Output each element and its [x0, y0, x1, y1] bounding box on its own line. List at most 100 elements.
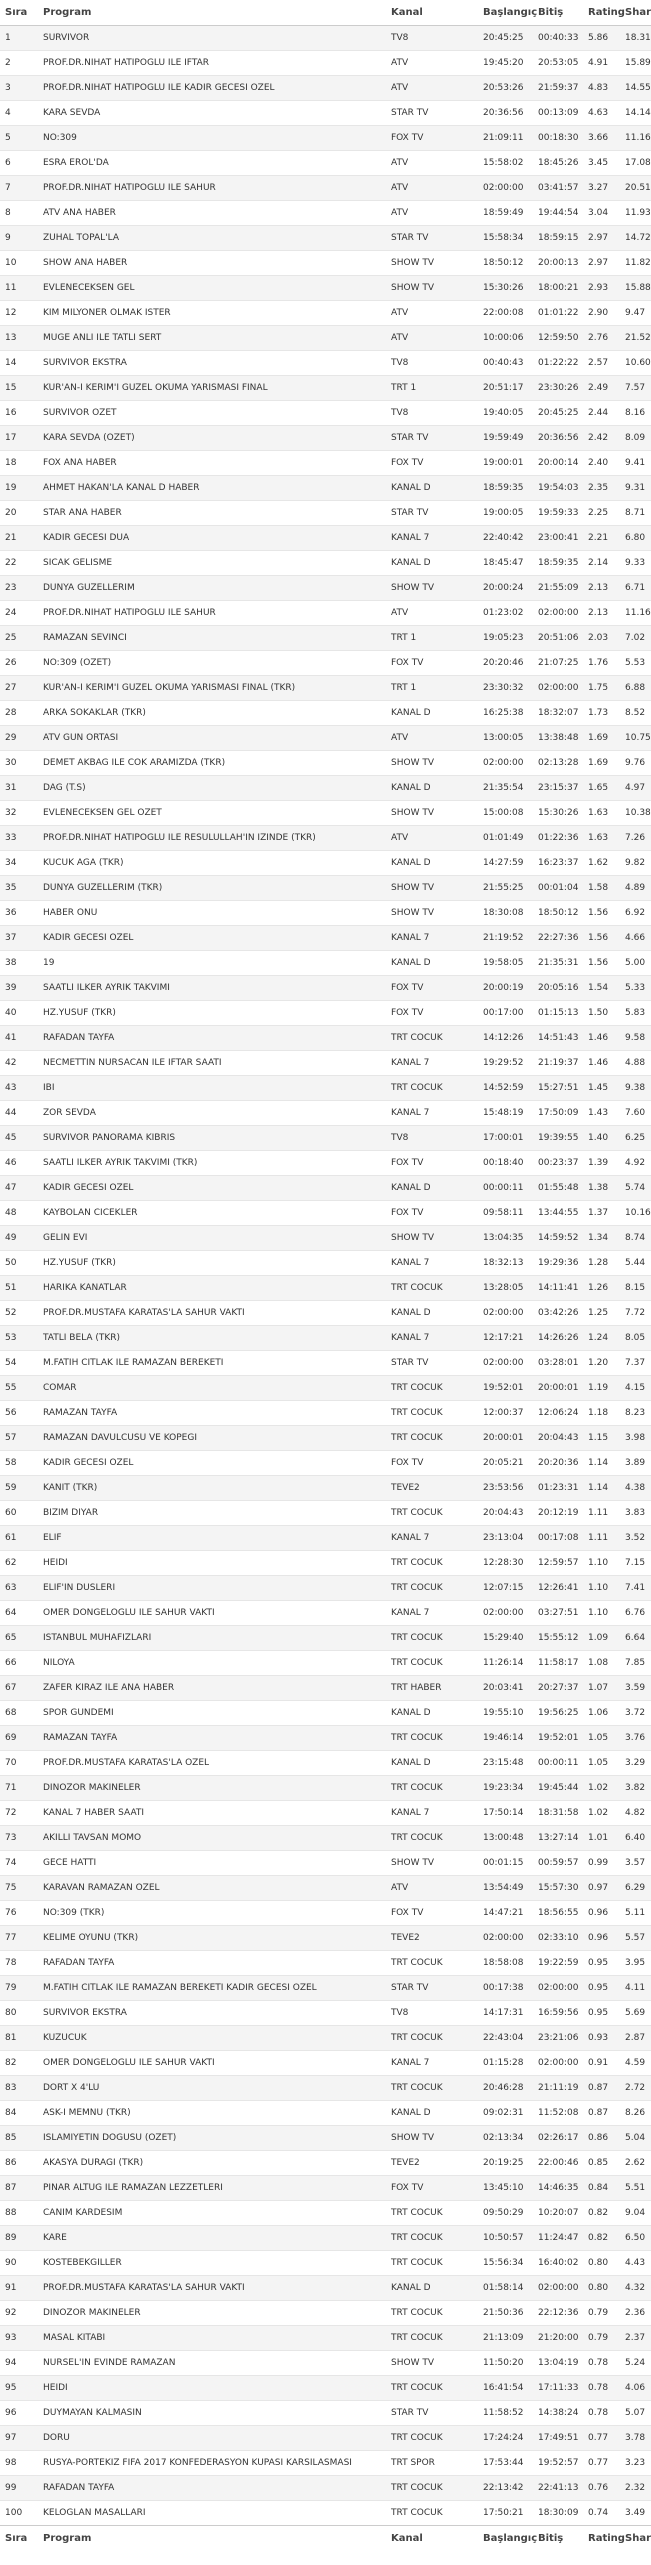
cell-kanal: KANAL 7 [386, 525, 478, 551]
cell-bitis: 17:50:09 [533, 1100, 583, 1126]
cell-share: 5.04 [620, 2125, 651, 2151]
table-row: 40 HZ.YUSUF (TKR) FOX TV 00:17:00 01:15:13 1.… [0, 1000, 651, 1026]
table-row: 76 NO:309 (TKR) FOX TV 14:47:21 18:56:55 0.96… [0, 1900, 651, 1926]
table-row: 22 SICAK GELISME KANAL D 18:45:47 18:59:35 2.… [0, 550, 651, 576]
cell-baslangic: 15:00:08 [478, 800, 533, 826]
cell-rating: 4.83 [583, 75, 620, 101]
cell-program: M.FATIH CITLAK ILE RAMAZAN BEREKETI [38, 1350, 386, 1376]
cell-bitis: 18:00:21 [533, 275, 583, 301]
cell-share: 3.95 [620, 1950, 651, 1976]
cell-kanal: KANAL 7 [386, 1600, 478, 1626]
cell-kanal: STAR TV [386, 100, 478, 126]
cell-baslangic: 17:50:21 [478, 2500, 533, 2526]
cell-rating: 1.05 [583, 1750, 620, 1776]
cell-baslangic: 18:59:35 [478, 475, 533, 501]
cell-rating: 0.95 [583, 2000, 620, 2026]
cell-bitis: 20:05:16 [533, 975, 583, 1001]
cell-baslangic: 15:56:34 [478, 2250, 533, 2276]
cell-program: PROF.DR.MUSTAFA KARATAS'LA SAHUR VAKTI [38, 1300, 386, 1326]
cell-baslangic: 10:00:06 [478, 325, 533, 351]
table-row: 10 SHOW ANA HABER SHOW TV 18:50:12 20:00:13 2… [0, 250, 651, 276]
cell-share: 4.32 [620, 2275, 651, 2301]
header-sira[interactable]: Sıra [0, 0, 38, 26]
table-row: 64 OMER DONGELOGLU ILE SAHUR VAKTI KANAL 7… [0, 1600, 651, 1626]
cell-rating: 0.80 [583, 2250, 620, 2276]
cell-sira: 79 [0, 1975, 38, 2001]
cell-baslangic: 18:30:08 [478, 900, 533, 926]
footer-bitis: Bitiş [533, 2525, 583, 2551]
table-row: 55 COMAR TRT COCUK 19:52:01 20:00:01 1.19 4.15 [0, 1375, 651, 1401]
cell-bitis: 13:44:55 [533, 1200, 583, 1226]
cell-sira: 75 [0, 1875, 38, 1901]
cell-sira: 6 [0, 150, 38, 176]
cell-sira: 80 [0, 2000, 38, 2026]
cell-rating: 1.25 [583, 1300, 620, 1326]
header-share[interactable]: Share [620, 0, 651, 26]
cell-sira: 44 [0, 1100, 38, 1126]
header-rating[interactable]: Rating [583, 0, 625, 26]
cell-program: ASK-I MEMNU (TKR) [38, 2100, 386, 2126]
cell-share: 5.44 [620, 1250, 651, 1276]
cell-sira: 49 [0, 1225, 38, 1251]
header-bitis[interactable]: Bitiş [533, 0, 583, 26]
cell-program: EVLENECEKSEN GEL OZET [38, 800, 386, 826]
cell-share: 2.62 [620, 2150, 651, 2176]
cell-program: KADIR GECESI DUA [38, 525, 386, 551]
cell-rating: 2.42 [583, 425, 620, 451]
table-row: 36 HABER ONU SHOW TV 18:30:08 18:50:12 1.56 6.… [0, 900, 651, 926]
cell-program: HZ.YUSUF (TKR) [38, 1250, 386, 1276]
header-kanal[interactable]: Kanal [386, 0, 478, 26]
cell-share: 4.06 [620, 2375, 651, 2401]
cell-sira: 72 [0, 1800, 38, 1826]
cell-kanal: TRT COCUK [386, 2200, 478, 2226]
cell-bitis: 00:13:09 [533, 100, 583, 126]
cell-sira: 54 [0, 1350, 38, 1376]
table-row: 19 AHMET HAKAN'LA KANAL D HABER KANAL D 18:… [0, 475, 651, 501]
cell-rating: 1.56 [583, 900, 620, 926]
cell-share: 6.40 [620, 1825, 651, 1851]
cell-sira: 82 [0, 2050, 38, 2076]
cell-program: PROF.DR.NIHAT HATIPOGLU ILE RESULULLAH'I… [38, 825, 386, 851]
cell-kanal: STAR TV [386, 425, 478, 451]
table-row: 25 RAMAZAN SEVINCI TRT 1 19:05:23 20:51:06 2.… [0, 625, 651, 651]
cell-kanal: TRT COCUK [386, 2500, 478, 2526]
cell-sira: 20 [0, 500, 38, 526]
cell-share: 7.41 [620, 1575, 651, 1601]
cell-program: SHOW ANA HABER [38, 250, 386, 276]
cell-rating: 1.05 [583, 1725, 620, 1751]
header-program[interactable]: Program [38, 0, 386, 26]
cell-program: SURVIVOR OZET [38, 400, 386, 426]
cell-baslangic: 14:27:59 [478, 850, 533, 876]
cell-kanal: KANAL 7 [386, 1325, 478, 1351]
cell-baslangic: 00:01:15 [478, 1850, 533, 1876]
cell-baslangic: 12:07:15 [478, 1575, 533, 1601]
cell-program: PINAR ALTUG ILE RAMAZAN LEZZETLERI [38, 2175, 386, 2201]
cell-program: KELIME OYUNU (TKR) [38, 1925, 386, 1951]
cell-bitis: 18:45:26 [533, 150, 583, 176]
cell-kanal: TRT COCUK [386, 1075, 478, 1101]
cell-kanal: KANAL 7 [386, 1800, 478, 1826]
cell-rating: 0.78 [583, 2375, 620, 2401]
cell-rating: 1.38 [583, 1175, 620, 1201]
cell-baslangic: 02:00:00 [478, 1925, 533, 1951]
cell-bitis: 20:45:25 [533, 400, 583, 426]
cell-kanal: KANAL D [386, 950, 478, 976]
cell-rating: 1.58 [583, 875, 620, 901]
header-baslangic[interactable]: Başlangıç [478, 0, 537, 26]
cell-sira: 17 [0, 425, 38, 451]
cell-bitis: 18:59:15 [533, 225, 583, 251]
cell-rating: 1.10 [583, 1600, 620, 1626]
cell-bitis: 02:26:17 [533, 2125, 583, 2151]
table-row: 1 SURVIVOR TV8 20:45:25 00:40:33 5.86 18.31 [0, 25, 651, 51]
cell-program: ESRA EROL'DA [38, 150, 386, 176]
table-row: 85 ISLAMIYETIN DOGUSU (OZET) SHOW TV 02:13:… [0, 2125, 651, 2151]
cell-program: ATV ANA HABER [38, 200, 386, 226]
cell-baslangic: 20:00:19 [478, 975, 533, 1001]
cell-share: 9.41 [620, 450, 651, 476]
table-row: 68 SPOR GUNDEMI KANAL D 19:55:10 19:56:25 1.0… [0, 1700, 651, 1726]
cell-sira: 91 [0, 2275, 38, 2301]
cell-kanal: KANAL 7 [386, 1050, 478, 1076]
cell-bitis: 20:04:43 [533, 1425, 583, 1451]
cell-rating: 0.79 [583, 2325, 620, 2351]
cell-bitis: 18:32:07 [533, 700, 583, 726]
